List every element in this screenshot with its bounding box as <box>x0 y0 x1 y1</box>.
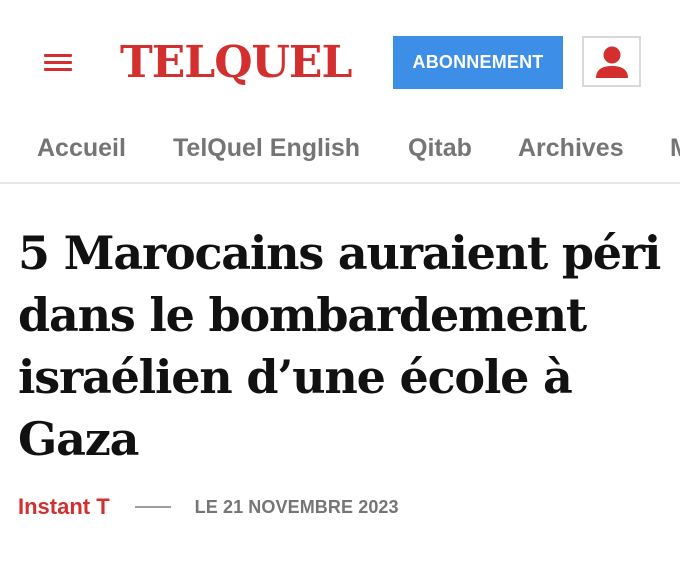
nav-item-overflow[interactable]: M <box>670 132 680 164</box>
main-nav: Accueil TelQuel English Qitab Archives M <box>0 126 680 184</box>
subscribe-button[interactable]: ABONNEMENT <box>393 36 563 89</box>
article-author[interactable]: Instant T <box>18 494 110 520</box>
hamburger-menu-icon[interactable] <box>44 52 74 74</box>
site-logo[interactable]: TELQUEL <box>120 37 352 89</box>
article-meta: Instant T LE 21 NOVEMBRE 2023 <box>18 490 399 524</box>
article-date: LE 21 NOVEMBRE 2023 <box>194 496 399 517</box>
nav-item-accueil[interactable]: Accueil <box>37 132 126 164</box>
nav-item-telquel-english[interactable]: TelQuel English <box>173 132 360 164</box>
nav-item-archives[interactable]: Archives <box>518 132 624 164</box>
account-button[interactable] <box>582 36 641 87</box>
user-icon <box>595 46 628 78</box>
nav-item-qitab[interactable]: Qitab <box>408 132 472 164</box>
site-header: TELQUEL ABONNEMENT <box>0 0 680 126</box>
article-title: 5 Marocains auraient péri dans le bombar… <box>18 226 661 466</box>
meta-divider <box>134 506 171 508</box>
